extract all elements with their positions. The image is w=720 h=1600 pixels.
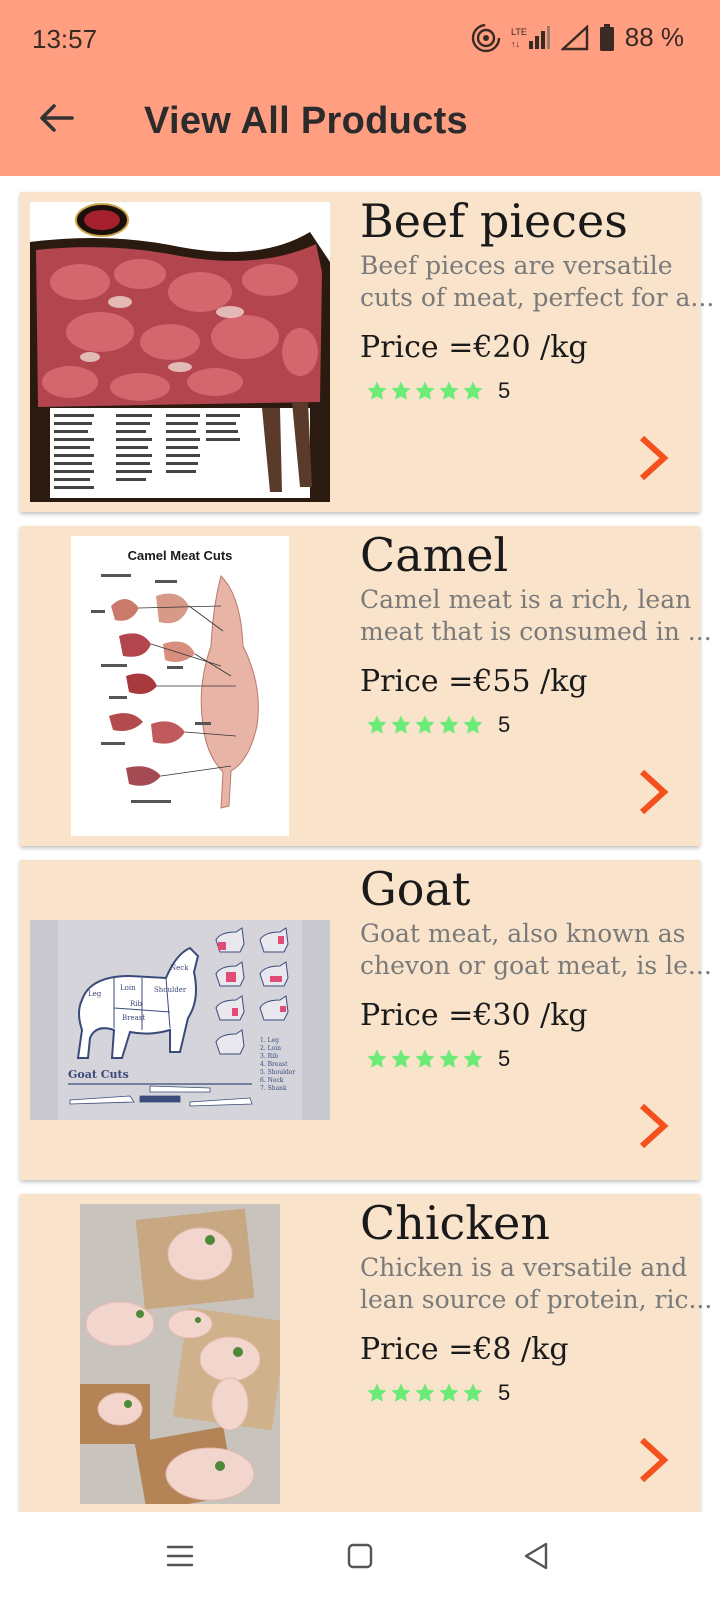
- star-icon: [391, 1049, 411, 1068]
- status-icons: LTE ↑↓ 88 %: [471, 22, 684, 53]
- status-time: 13:57: [32, 24, 98, 54]
- product-card-chicken[interactable]: Chicken Chicken is a versatile and lean …: [20, 1194, 712, 1512]
- product-name: Beef pieces: [360, 194, 628, 248]
- recent-apps-button[interactable]: [158, 1534, 202, 1578]
- star-icon: [391, 715, 411, 734]
- product-price: Price =€20 /kg: [360, 330, 588, 365]
- svg-text:Breast: Breast: [122, 1014, 145, 1022]
- product-card-beef[interactable]: Beef pieces Beef pieces are versatile cu…: [20, 192, 714, 512]
- star-icon: [439, 715, 459, 734]
- svg-text:↑↓: ↑↓: [511, 39, 520, 49]
- svg-text:3. Rib: 3. Rib: [260, 1053, 278, 1060]
- menu-icon: [166, 1545, 194, 1567]
- svg-text:Shoulder: Shoulder: [154, 986, 187, 994]
- hotspot-icon: [471, 23, 501, 53]
- battery-level: 88 %: [624, 22, 684, 52]
- product-card-goat[interactable]: Leg Loin Rib Shoulder Neck Breast Goat Cuts: [20, 860, 712, 1180]
- product-price: Price =€55 /kg: [360, 664, 588, 699]
- svg-text:Neck: Neck: [170, 964, 189, 972]
- system-nav-bar: [0, 1512, 720, 1600]
- image-title: Goat Cuts: [68, 1068, 129, 1081]
- svg-text:Leg: Leg: [88, 990, 102, 998]
- product-rating: 5: [366, 1046, 510, 1072]
- star-icon: [367, 381, 387, 400]
- star-icon: [463, 381, 483, 400]
- beef-cuts-chart-image: [30, 202, 330, 502]
- product-name: Chicken: [360, 1196, 551, 1250]
- star-icon: [415, 381, 435, 400]
- star-icon: [439, 1049, 459, 1068]
- battery-icon: [599, 23, 615, 52]
- product-name: Goat: [360, 862, 471, 916]
- product-description: Beef pieces are versatile cuts of meat, …: [360, 251, 715, 312]
- system-back-button[interactable]: [514, 1534, 558, 1578]
- product-rating: 5: [366, 378, 510, 404]
- app-header: 13:57 LTE ↑↓ 88 % View All Products: [0, 0, 720, 176]
- product-price: Price =€8 /kg: [360, 1332, 569, 1367]
- svg-text:4. Breast: 4. Breast: [260, 1061, 288, 1068]
- product-description: Chicken is a versatile and lean source o…: [360, 1253, 713, 1314]
- camel-cuts-chart-image: Camel Meat Cuts: [30, 536, 330, 836]
- product-description: Goat meat, also known as chevon or goat …: [360, 919, 712, 980]
- star-icon: [367, 715, 387, 734]
- star-icon: [463, 1383, 483, 1402]
- chevron-right-icon[interactable]: [632, 1434, 676, 1486]
- svg-text:1. Leg: 1. Leg: [260, 1037, 279, 1044]
- svg-text:Rib: Rib: [130, 1000, 143, 1008]
- signal-icon: [560, 24, 589, 51]
- product-list[interactable]: Beef pieces Beef pieces are versatile cu…: [0, 176, 720, 1512]
- star-icon: [391, 1383, 411, 1402]
- svg-text:LTE: LTE: [511, 27, 527, 37]
- star-icon: [415, 1383, 435, 1402]
- chevron-right-icon[interactable]: [632, 766, 676, 818]
- svg-text:2. Loin: 2. Loin: [260, 1045, 281, 1052]
- star-icon: [463, 1049, 483, 1068]
- home-button[interactable]: [338, 1534, 382, 1578]
- chevron-right-icon[interactable]: [632, 1100, 676, 1152]
- chevron-right-icon[interactable]: [632, 432, 676, 484]
- product-description: Camel meat is a rich, lean meat that is …: [360, 585, 712, 646]
- back-button[interactable]: [34, 96, 78, 140]
- product-name: Camel: [360, 528, 509, 582]
- image-title: Camel Meat Cuts: [128, 548, 233, 563]
- lte-signal-icon: LTE ↑↓: [511, 25, 551, 51]
- goat-cuts-chart-image: Leg Loin Rib Shoulder Neck Breast Goat Cuts: [30, 870, 330, 1170]
- page-title: View All Products: [144, 100, 468, 142]
- product-price: Price =€30 /kg: [360, 998, 588, 1033]
- arrow-left-icon: [40, 104, 74, 132]
- svg-text:Loin: Loin: [120, 984, 136, 992]
- star-icon: [415, 715, 435, 734]
- star-icon: [367, 1049, 387, 1068]
- rating-value: 5: [498, 712, 511, 737]
- svg-text:7. Shank: 7. Shank: [260, 1085, 287, 1092]
- star-icon: [439, 381, 459, 400]
- back-triangle-icon: [524, 1542, 548, 1570]
- star-icon: [463, 715, 483, 734]
- star-icon: [367, 1383, 387, 1402]
- home-square-icon: [347, 1543, 373, 1569]
- rating-value: 5: [498, 378, 511, 403]
- product-rating: 5: [366, 712, 510, 738]
- svg-text:6. Neck: 6. Neck: [260, 1077, 284, 1084]
- star-icon: [391, 381, 411, 400]
- product-rating: 5: [366, 1380, 510, 1406]
- star-icon: [439, 1383, 459, 1402]
- svg-text:5. Shoulder: 5. Shoulder: [260, 1069, 295, 1076]
- star-icon: [415, 1049, 435, 1068]
- product-card-camel[interactable]: Camel Meat Cuts Camel Camel meat is a ri…: [20, 526, 712, 846]
- rating-value: 5: [498, 1046, 511, 1071]
- raw-chicken-photo: [30, 1204, 330, 1504]
- rating-value: 5: [498, 1380, 511, 1405]
